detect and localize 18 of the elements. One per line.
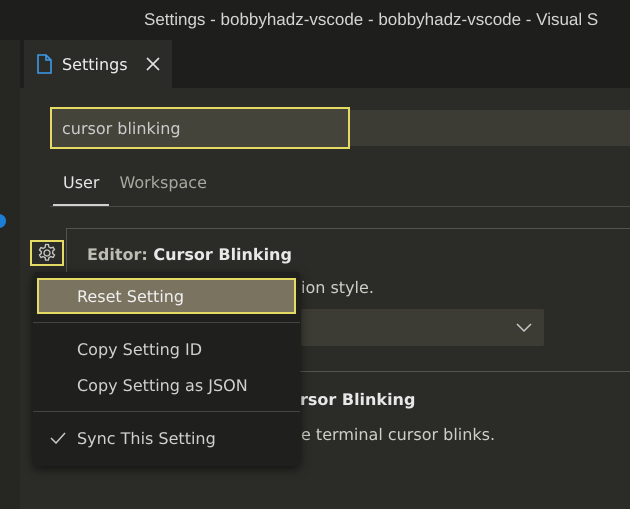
search-field[interactable]: cursor blinking — [50, 107, 350, 149]
window-title: Settings - bobbyhadz-vscode - bobbyhadz-vscode - Visual S — [144, 10, 598, 30]
setting-title: rsor Blinking — [300, 390, 416, 409]
menu-item[interactable]: Reset Setting — [37, 278, 296, 314]
setting-description: ion style. — [301, 278, 374, 297]
chevron-down-icon — [516, 322, 532, 332]
menu-item[interactable]: Sync This Setting — [37, 420, 296, 456]
settings-icon[interactable] — [30, 240, 64, 266]
close-icon[interactable] — [146, 57, 160, 71]
setting-title: Editor: Cursor Blinking — [87, 245, 293, 264]
setting-description: e terminal cursor blinks. — [301, 425, 496, 444]
file-icon — [36, 54, 52, 74]
editor-tab[interactable]: Settings — [24, 40, 172, 88]
scope-tab[interactable]: User — [53, 163, 110, 206]
menu-item[interactable]: Copy Setting as JSON — [37, 367, 296, 403]
menu-item[interactable]: Copy Setting ID — [37, 331, 296, 367]
checkmark-icon — [50, 432, 66, 444]
scope-tab[interactable]: Workspace — [109, 163, 217, 206]
